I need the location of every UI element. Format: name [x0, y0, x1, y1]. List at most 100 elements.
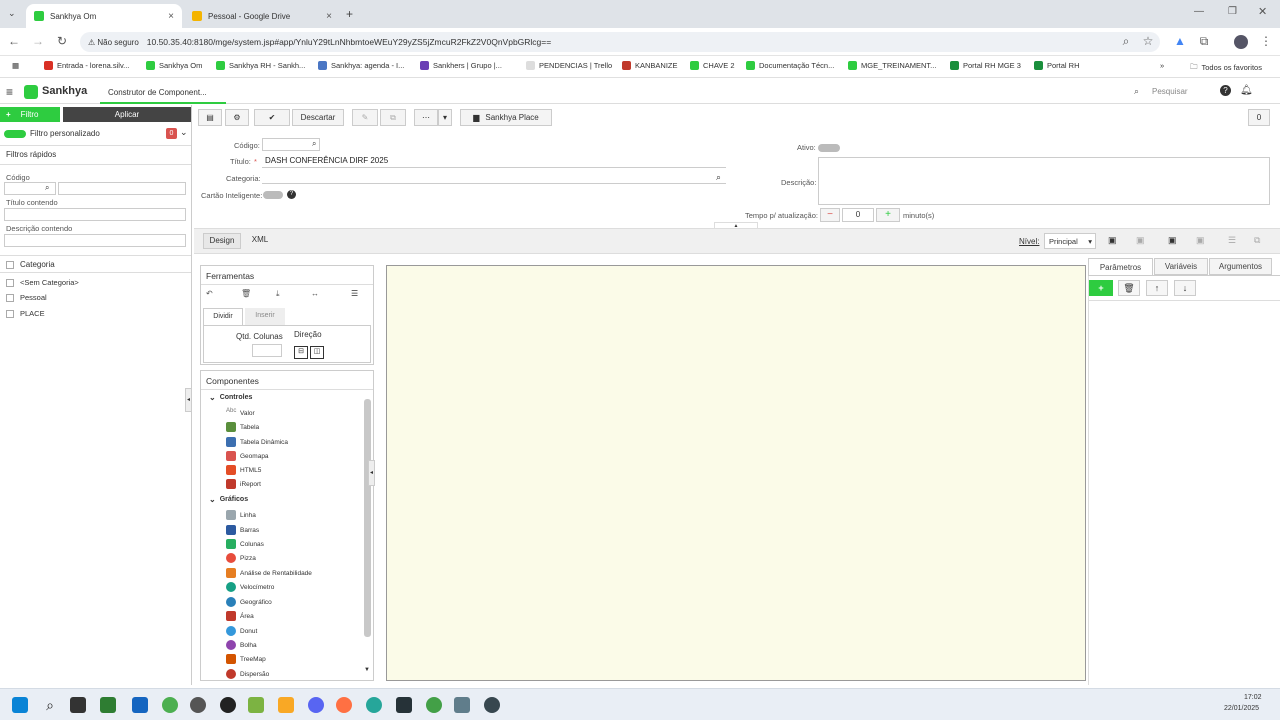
- apps-grid-icon[interactable]: ▦: [12, 61, 19, 70]
- bookmark-item[interactable]: PENDENCIAS | Trello: [526, 61, 612, 70]
- zoom-icon[interactable]: ⌕: [1118, 34, 1134, 49]
- search-input[interactable]: Pesquisar: [1152, 87, 1188, 96]
- bookmark-item[interactable]: Sankhya Om: [146, 61, 202, 70]
- bookmark-item[interactable]: Sankhya: agenda - I...: [318, 61, 404, 70]
- notification-bell-icon[interactable]: 🔔︎: [1240, 85, 1253, 96]
- group-charts[interactable]: ⌄ Gráficos: [209, 495, 248, 504]
- app-icon[interactable]: [190, 697, 206, 713]
- active-toggle[interactable]: [818, 144, 840, 152]
- extensions-icon[interactable]: ⧉: [1196, 34, 1212, 49]
- category-item[interactable]: <Sem Categoria>: [6, 278, 79, 288]
- export-level-icon[interactable]: ▣: [1168, 235, 1177, 246]
- description-contains-input[interactable]: [4, 234, 186, 247]
- save-check-button[interactable]: ✔: [254, 109, 290, 126]
- app-icon[interactable]: [100, 697, 116, 713]
- chrome-icon[interactable]: [162, 697, 178, 713]
- app-icon[interactable]: [248, 697, 264, 713]
- apply-button[interactable]: Aplicar: [63, 107, 191, 122]
- reload-icon[interactable]: ↻: [54, 34, 70, 48]
- component-table[interactable]: Tabela: [226, 422, 259, 432]
- component-value[interactable]: Abc Valor: [226, 408, 255, 418]
- bookmark-item[interactable]: Portal RH: [1034, 61, 1080, 70]
- copy-icon[interactable]: ⧉: [380, 109, 406, 126]
- component-html5[interactable]: HTML5: [226, 465, 261, 475]
- move-icon[interactable]: ⤓: [276, 289, 280, 299]
- task-view-icon[interactable]: [70, 697, 86, 713]
- tab-parameters[interactable]: Parâmetros: [1088, 258, 1153, 275]
- all-bookmarks[interactable]: 🗀 Todos os favoritos: [1190, 61, 1262, 74]
- components-scrollbar[interactable]: [364, 399, 371, 637]
- columns-qty-input[interactable]: [252, 344, 282, 357]
- component-line-chart[interactable]: Linha: [226, 510, 256, 520]
- move-down-icon[interactable]: ↓: [1174, 280, 1196, 296]
- delete-icon[interactable]: 🗑︎: [241, 289, 251, 298]
- file-explorer-icon[interactable]: [278, 697, 294, 713]
- edge-icon[interactable]: [366, 697, 382, 713]
- discord-icon[interactable]: [308, 697, 324, 713]
- app-icon[interactable]: [484, 697, 500, 713]
- bookmark-item[interactable]: MGE_TREINAMENT...: [848, 61, 936, 70]
- url-field[interactable]: ⚠ Não seguro 10.50.35.40:8180/mge/system…: [80, 32, 1160, 52]
- add-level-icon[interactable]: ▣: [1108, 235, 1117, 246]
- bookmark-item[interactable]: Portal RH MGE 3: [950, 61, 1021, 70]
- bookmark-item[interactable]: Documentação Técn...: [746, 61, 834, 70]
- close-tab-icon[interactable]: ×: [326, 11, 332, 22]
- search-icon[interactable]: ⌕: [716, 172, 721, 183]
- search-icon[interactable]: ⌕: [45, 183, 49, 193]
- copy-level-icon[interactable]: ▣: [1136, 235, 1145, 246]
- component-column-chart[interactable]: Colunas: [226, 539, 264, 549]
- search-icon[interactable]: ⌕: [1134, 86, 1139, 97]
- split-vertical-icon[interactable]: ⊟: [294, 346, 308, 359]
- move-up-icon[interactable]: ↑: [1146, 280, 1168, 296]
- tab-split[interactable]: Dividir: [203, 308, 243, 325]
- help-icon[interactable]: ?: [287, 190, 296, 199]
- maximize-icon[interactable]: ❐: [1228, 6, 1237, 17]
- discard-button[interactable]: Descartar: [292, 109, 344, 126]
- back-icon[interactable]: ←: [6, 34, 22, 48]
- tab-xml[interactable]: XML: [245, 233, 275, 249]
- component-donut-chart[interactable]: Donut: [226, 626, 257, 636]
- component-ireport[interactable]: iReport: [226, 479, 261, 489]
- tab-sankhya[interactable]: Sankhya Om ×: [26, 4, 182, 28]
- category-field[interactable]: [262, 171, 726, 184]
- tab-insert[interactable]: Inserir: [245, 308, 285, 325]
- import-level-icon[interactable]: ▣: [1196, 235, 1205, 246]
- code-description-input[interactable]: [58, 182, 186, 195]
- tab-design[interactable]: Design: [203, 233, 241, 249]
- category-checkbox[interactable]: [6, 294, 14, 303]
- add-parameter-button[interactable]: +: [1089, 280, 1113, 296]
- decrement-button[interactable]: −: [820, 208, 840, 222]
- more-options-icon[interactable]: ⋯: [414, 109, 438, 126]
- tab-search-icon[interactable]: ⌄: [8, 8, 16, 19]
- component-pivot-table[interactable]: Tabela Dinâmica: [226, 437, 288, 447]
- edit-icon[interactable]: ✎: [352, 109, 378, 126]
- settings-gear-icon[interactable]: ⚙: [225, 109, 249, 126]
- preview-icon[interactable]: ⧉: [1254, 235, 1260, 246]
- drive-extension-icon[interactable]: ▲: [1172, 34, 1188, 48]
- forward-icon[interactable]: →: [30, 34, 46, 48]
- sankhya-place-button[interactable]: ▆ Sankhya Place: [460, 109, 552, 126]
- firefox-icon[interactable]: [336, 697, 352, 713]
- app-icon[interactable]: [220, 697, 236, 713]
- windows-start-icon[interactable]: [12, 697, 28, 713]
- category-checkbox[interactable]: [6, 279, 14, 288]
- title-field[interactable]: DASH CONFERÊNCIA DIRF 2025: [262, 155, 726, 168]
- split-horizontal-icon[interactable]: ◫: [310, 346, 324, 359]
- collapse-tools-handle[interactable]: ◂: [368, 460, 375, 486]
- chevron-down-icon[interactable]: ⌄: [180, 127, 188, 138]
- component-profitability[interactable]: Análise de Rentabilidade: [226, 568, 312, 578]
- security-warning[interactable]: ⚠ Não seguro: [88, 38, 139, 47]
- collapse-panel-handle[interactable]: ◂: [185, 388, 192, 412]
- close-window-icon[interactable]: ✕: [1258, 5, 1267, 18]
- bookmark-item[interactable]: Sankhers | Grupo |...: [420, 61, 502, 70]
- bookmark-item[interactable]: Entrada - lorena.silv...: [44, 61, 129, 70]
- custom-filter-toggle[interactable]: [4, 130, 26, 138]
- delete-parameter-icon[interactable]: 🗑︎: [1118, 280, 1140, 296]
- title-contains-input[interactable]: [4, 208, 186, 221]
- increment-button[interactable]: +: [876, 208, 900, 222]
- component-scatter-chart[interactable]: Dispersão: [226, 669, 269, 679]
- tab-google-drive[interactable]: Pessoal - Google Drive ×: [184, 4, 340, 28]
- app-icon[interactable]: [132, 697, 148, 713]
- search-icon[interactable]: ⌕: [42, 697, 58, 713]
- new-tab-button[interactable]: +: [346, 7, 353, 21]
